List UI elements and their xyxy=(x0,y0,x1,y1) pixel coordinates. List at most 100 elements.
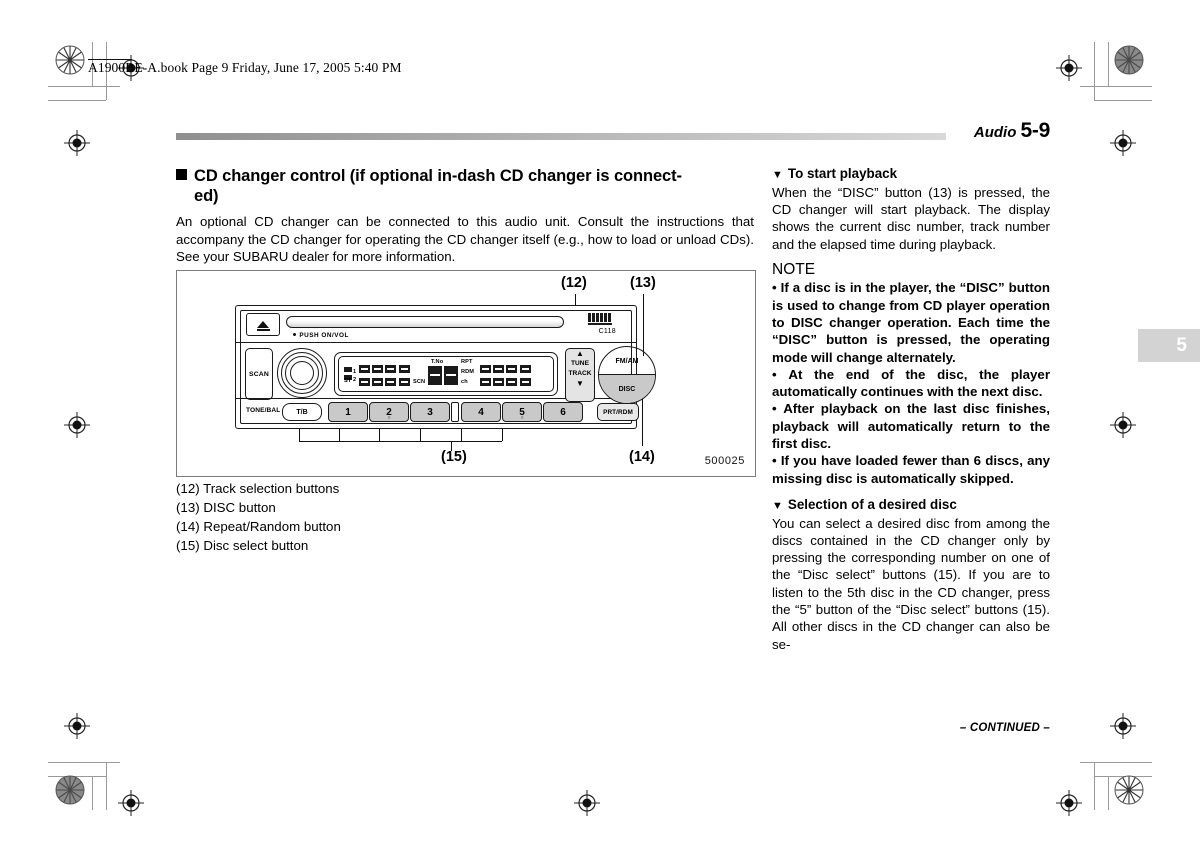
legend-item-12: (12) Track selection buttons xyxy=(176,481,340,496)
registration-crosshair-mark xyxy=(64,130,90,156)
volume-knob[interactable] xyxy=(277,348,327,398)
prt-rdm-button[interactable]: PRT/RDM xyxy=(597,403,639,421)
preset-button-4[interactable]: 4 xyxy=(461,402,501,422)
note-bullet-3-text: After playback on the last disc finishes… xyxy=(772,401,1050,451)
lcd-stereo-indicator: ST xyxy=(344,378,352,384)
tune-down-icon[interactable]: ▼ xyxy=(566,379,594,388)
triangle-marker-icon: ▼ xyxy=(772,499,783,512)
preset-label: 4 xyxy=(478,406,484,418)
bullet-icon: • xyxy=(772,280,781,296)
triangle-marker-icon: ▼ xyxy=(772,169,783,181)
note-bullet-1-text: If a disc is in the player, the “DISC” b… xyxy=(772,280,1051,365)
registration-star-mark xyxy=(1114,775,1144,805)
registration-star-mark xyxy=(55,45,85,75)
lcd-big-segment xyxy=(428,366,442,385)
push-on-vol-label: PUSH ON/VOL xyxy=(293,332,349,339)
callout-12: (12) xyxy=(561,275,587,291)
crop-mark-line xyxy=(106,762,107,810)
compact-disc-logo-icon xyxy=(588,312,614,327)
lcd-segment xyxy=(519,365,531,373)
fm-am-disc-button[interactable]: FM/AM DISC xyxy=(598,346,656,404)
registration-crosshair-mark xyxy=(118,790,144,816)
disc-button-label[interactable]: DISC xyxy=(599,374,655,403)
tb-button[interactable]: T/B xyxy=(282,403,322,421)
registration-crosshair-mark xyxy=(1110,130,1136,156)
bullet-icon: • xyxy=(772,366,789,382)
preset-button-6[interactable]: 6 xyxy=(543,402,583,422)
section-heading: CD changer control (if optional in-dash … xyxy=(176,166,754,206)
legend-item-15: (15) Disc select button xyxy=(176,537,309,553)
push-vol-dot-icon xyxy=(293,332,297,336)
running-head: Audio 5-9 xyxy=(974,119,1050,143)
preset-button-2[interactable]: 2 ○ xyxy=(369,402,409,422)
left-column: CD changer control (if optional in-dash … xyxy=(176,166,754,265)
eject-icon-bar xyxy=(256,329,270,331)
knob-ring xyxy=(290,361,314,385)
lcd-segment xyxy=(506,378,518,386)
crop-mark-line xyxy=(48,762,120,763)
lcd-segment xyxy=(480,365,491,373)
tune-label: TUNE xyxy=(571,360,589,367)
legend-item-13: (13) DISC button xyxy=(176,499,276,515)
registration-crosshair-mark xyxy=(64,713,90,739)
lcd-segment xyxy=(372,378,384,386)
note-bullet-4: • If you have loaded fewer than 6 discs,… xyxy=(772,452,1050,487)
registration-star-mark xyxy=(55,775,85,805)
crop-mark-line xyxy=(1080,86,1152,87)
radio-divider xyxy=(236,342,636,344)
eject-button[interactable] xyxy=(246,313,280,336)
fm-am-label[interactable]: FM/AM xyxy=(599,347,655,375)
crop-mark-line xyxy=(1080,762,1152,763)
right-column: ▼ To start playback When the “DISC” butto… xyxy=(772,166,1051,734)
lcd-random-indicator: RDM xyxy=(461,369,475,375)
lcd-segment xyxy=(385,378,397,386)
manual-page: A1900BE-A.book Page 9 Friday, June 17, 2… xyxy=(0,0,1200,849)
note-bullet-2: • At the end of the disc, the player aut… xyxy=(772,366,1050,401)
registration-crosshair-mark xyxy=(1110,412,1136,438)
registration-crosshair-mark xyxy=(1056,790,1082,816)
radio-figure: (12) (13) (15) (14) 500025 PUSH ON/VOL C… xyxy=(176,270,756,477)
lcd-main-segments-bottom xyxy=(359,373,412,391)
scan-button[interactable]: SCAN xyxy=(245,348,273,400)
track-label: TRACK xyxy=(568,370,592,377)
registration-crosshair-mark xyxy=(1056,55,1082,81)
registration-crosshair-mark xyxy=(574,790,600,816)
tune-track-rocker[interactable]: ▲ TUNE TRACK ▼ xyxy=(565,348,595,402)
crop-mark-line xyxy=(1094,762,1095,810)
push-vol-text: PUSH ON/VOL xyxy=(299,332,349,339)
eject-icon xyxy=(257,320,269,328)
preset-button-3[interactable]: 3 xyxy=(410,402,450,422)
lcd-repeat-indicator: RPT xyxy=(461,359,473,365)
lcd-segment xyxy=(398,378,410,386)
lcd-segment xyxy=(493,378,505,386)
book-file-line: A1900BE-A.book Page 9 Friday, June 17, 2… xyxy=(88,60,402,75)
registration-star-mark xyxy=(1114,45,1144,75)
section-heading-line2: ed) xyxy=(194,187,219,206)
lcd-segment xyxy=(398,365,410,373)
lcd-scan-indicator: SCN xyxy=(413,379,426,385)
callout-15: (15) xyxy=(441,449,467,465)
lcd-display: 1 2 ST SCN T.No RPT RDM ch xyxy=(334,352,558,396)
tune-up-icon[interactable]: ▲ xyxy=(566,349,594,358)
intro-paragraph: An optional CD changer can be connected … xyxy=(176,214,754,264)
registration-crosshair-mark xyxy=(1110,713,1136,739)
preset-button-5[interactable]: 5 ○ xyxy=(502,402,542,422)
bullet-icon: • xyxy=(772,453,781,469)
selection-heading-text: Selection of a desired disc xyxy=(787,496,957,512)
lcd-segment xyxy=(480,378,491,386)
callout-13: (13) xyxy=(630,275,656,291)
note-bullet-2-text: At the end of the disc, the player autom… xyxy=(772,366,1050,400)
lcd-big-segment xyxy=(444,366,458,385)
bullet-icon: • xyxy=(772,401,784,417)
crop-mark-line xyxy=(1108,42,1109,86)
lcd-track-no-label: T.No xyxy=(431,359,444,365)
crop-mark-line xyxy=(1108,776,1109,810)
section-bullet-square-icon xyxy=(176,169,187,180)
preset-sub-mark: ○ xyxy=(387,415,391,421)
lcd-time-segments-bottom xyxy=(480,373,533,391)
chapter-tab-number: 5 xyxy=(1176,335,1187,356)
radio-head-unit: PUSH ON/VOL C118 SCAN 1 2 ST SCN T.No RP… xyxy=(235,305,656,429)
preset-button-1[interactable]: 1 xyxy=(328,402,368,422)
subsection-heading-selection: ▼ Selection of a desired disc xyxy=(772,497,1050,514)
tone-bal-label: TONE/BAL xyxy=(246,407,281,414)
